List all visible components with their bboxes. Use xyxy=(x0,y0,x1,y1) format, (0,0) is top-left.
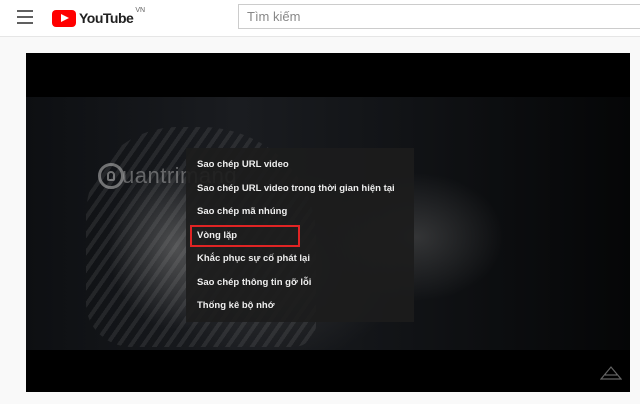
context-menu: Sao chép URL video Sao chép URL video tr… xyxy=(186,148,414,322)
logo-region: VN xyxy=(135,7,146,14)
youtube-play-icon xyxy=(52,9,76,27)
quantrimang-logo-icon xyxy=(98,163,124,189)
hamburger-icon[interactable] xyxy=(17,10,33,24)
menu-item-copy-debug[interactable]: Sao chép thông tin gỡ lỗi xyxy=(186,271,414,295)
menu-item-loop[interactable]: Vòng lặp xyxy=(186,224,414,248)
menu-item-troubleshoot[interactable]: Khắc phục sự cố phát lại xyxy=(186,247,414,271)
channel-logo-icon xyxy=(600,366,622,380)
menu-item-label: Sao chép mã nhúng xyxy=(197,206,288,217)
search-input[interactable] xyxy=(238,4,640,29)
menu-item-label: Sao chép URL video xyxy=(197,159,289,170)
menu-item-copy-url[interactable]: Sao chép URL video xyxy=(186,153,414,177)
menu-item-label: Thống kê bộ nhớ xyxy=(197,300,275,311)
video-player[interactable]: uantrimang Sao chép URL video Sao chép U… xyxy=(26,53,630,392)
top-bar: YouTube VN xyxy=(0,0,640,37)
menu-item-stats[interactable]: Thống kê bộ nhớ xyxy=(186,294,414,318)
youtube-logo[interactable]: YouTube VN xyxy=(52,7,146,27)
menu-item-label: Khắc phục sự cố phát lại xyxy=(197,253,310,264)
menu-item-copy-url-at-time[interactable]: Sao chép URL video trong thời gian hiện … xyxy=(186,177,414,201)
menu-item-label: Vòng lặp xyxy=(197,229,238,241)
menu-item-copy-embed[interactable]: Sao chép mã nhúng xyxy=(186,200,414,224)
menu-item-label: Sao chép thông tin gỡ lỗi xyxy=(197,276,312,288)
logo-text: YouTube xyxy=(79,10,134,26)
menu-item-label: Sao chép URL video trong thời gian hiện … xyxy=(197,182,395,194)
